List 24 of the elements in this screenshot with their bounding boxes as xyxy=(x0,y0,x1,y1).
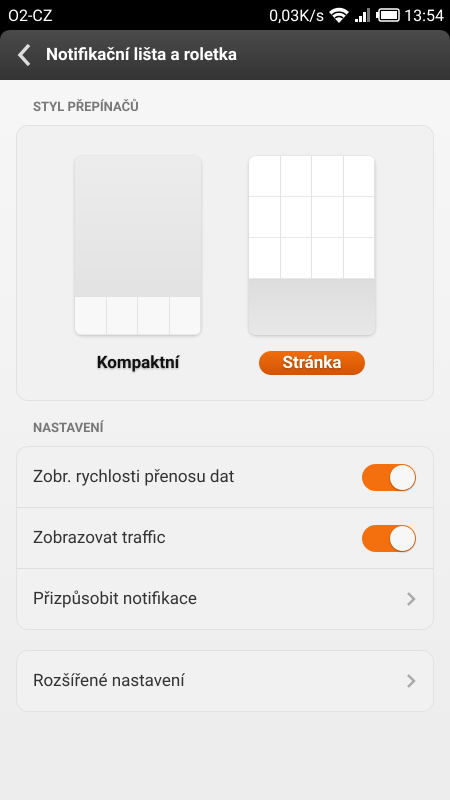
signal-icon xyxy=(354,7,372,23)
section-heading: STYL PŘEPÍNAČŮ xyxy=(32,98,140,117)
row-label: Zobr. rychlosti přenosu dat xyxy=(33,467,234,487)
row-label: Přizpůsobit notifikace xyxy=(33,589,197,609)
settings-row[interactable]: Zobr. rychlosti přenosu dat xyxy=(17,447,433,508)
back-icon[interactable] xyxy=(16,43,32,67)
toggle-switch[interactable] xyxy=(362,524,416,552)
network-speed: 0,03K/s xyxy=(269,6,324,24)
style-option[interactable]: Kompaktní xyxy=(84,351,192,375)
section-heading: NASTAVENÍ xyxy=(32,419,105,438)
chevron-right-icon xyxy=(406,591,416,607)
row-label: Rozšířené nastavení xyxy=(33,671,185,691)
carrier-name: O2-CZ xyxy=(8,6,52,24)
settings-row[interactable]: Rozšířené nastavení xyxy=(17,651,433,711)
clock: 13:54 xyxy=(404,6,444,24)
toggle-switch[interactable] xyxy=(362,464,416,490)
row-label: Zobrazovat traffic xyxy=(33,528,166,548)
screen-title: Notifikační lišta a roletka xyxy=(46,45,237,65)
style-option[interactable]: Stránka xyxy=(258,351,366,375)
battery-icon xyxy=(376,8,400,22)
wifi-icon xyxy=(328,6,350,24)
settings-row[interactable]: Zobrazovat traffic xyxy=(17,508,433,569)
settings-row[interactable]: Přizpůsobit notifikace xyxy=(17,569,433,629)
chevron-right-icon xyxy=(406,673,416,689)
